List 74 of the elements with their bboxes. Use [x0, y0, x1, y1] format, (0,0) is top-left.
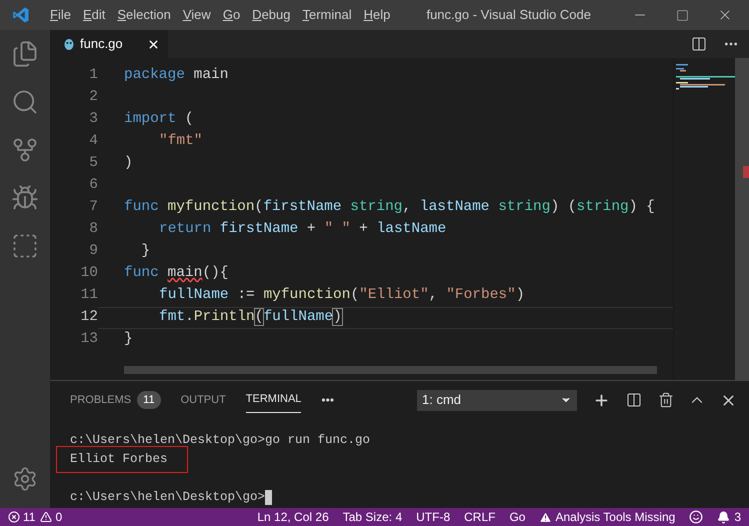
line-number: 7 [88, 198, 98, 218]
feedback-icon[interactable] [689, 510, 704, 524]
line-number: 8 [88, 220, 98, 240]
split-editor-icon[interactable] [691, 36, 707, 52]
maximize-icon[interactable] [676, 8, 689, 22]
code-line: } [140, 242, 150, 262]
split-terminal-icon[interactable] [626, 392, 642, 408]
notification-count: 3 [734, 509, 741, 526]
warning-icon [539, 510, 552, 524]
code-line: package main [124, 66, 228, 86]
code-line: ) [124, 154, 133, 174]
files-icon[interactable] [11, 40, 39, 68]
menu-item[interactable]: File [44, 5, 77, 25]
count-badge: 11 [137, 390, 161, 410]
terminal-select[interactable]: 1: cmd [417, 390, 577, 410]
panel-tab[interactable]: OUTPUT [180, 388, 226, 412]
terminal-line: c:\Users\helen\Desktop\go> [70, 489, 266, 506]
code-line: import ( [124, 110, 194, 130]
code-line: fullName := myfunction("Elliot", "Forbes") [158, 286, 525, 306]
warning-count[interactable]: 0 [55, 508, 62, 526]
new-terminal-icon[interactable] [593, 392, 610, 408]
line-number: 12 [80, 308, 98, 328]
line-number: 10 [80, 264, 98, 284]
line-number: 6 [88, 176, 98, 196]
menu-item[interactable]: Debug [246, 5, 296, 25]
search-icon[interactable] [11, 88, 39, 116]
gopher-icon [64, 38, 74, 50]
panel-tab[interactable]: PROBLEMS 11 [70, 386, 161, 414]
error-icon [8, 511, 20, 523]
status-item[interactable]: Ln 12, Col 26 [257, 508, 329, 526]
code-line: "fmt" [158, 132, 203, 152]
bug-icon[interactable] [11, 184, 39, 212]
status-item[interactable]: UTF-8 [416, 508, 450, 526]
status-item[interactable]: Tab Size: 4 [342, 508, 402, 526]
menu-item[interactable]: Go [216, 5, 246, 25]
bell-icon[interactable] [717, 510, 730, 524]
code-line: func main(){ [124, 264, 228, 284]
menu-item[interactable]: Selection [111, 5, 177, 25]
extensions-icon[interactable] [11, 232, 39, 260]
error-count[interactable]: 11 [23, 508, 36, 526]
panel-tab[interactable]: TERMINAL [246, 387, 302, 413]
status-item[interactable]: CRLF [464, 508, 496, 526]
trash-icon[interactable] [658, 392, 674, 408]
settings-icon[interactable] [12, 466, 38, 492]
menu-item[interactable]: View [176, 5, 217, 25]
editor-tab[interactable]: func.go [50, 30, 168, 58]
line-number: 4 [88, 132, 98, 152]
branch-icon[interactable] [11, 136, 39, 164]
menu-item[interactable]: Help [358, 5, 396, 25]
close-icon[interactable] [147, 38, 160, 50]
line-number: 3 [88, 110, 98, 130]
line-number: 1 [88, 66, 98, 86]
menu-item[interactable]: Terminal [296, 5, 358, 25]
line-number: 2 [88, 88, 98, 108]
terminal-line: c:\Users\helen\Desktop\go>go run func.go [70, 432, 370, 450]
line-number: 13 [80, 330, 98, 350]
warning-icon [40, 511, 52, 523]
vertical-scrollbar[interactable] [735, 58, 749, 380]
app-logo-icon [12, 6, 30, 24]
horizontal-scrollbar[interactable] [124, 366, 657, 374]
code-line: } [124, 330, 133, 350]
status-item[interactable]: Analysis Tools Missing [555, 508, 676, 526]
code-line: fmt.Println(fullName) [158, 308, 342, 328]
more-actions[interactable]: ••• [321, 391, 334, 409]
window-title: func.go - Visual Studio Code [426, 6, 591, 24]
code-line: return firstName + " " + lastName [158, 220, 446, 240]
line-number: 11 [80, 286, 98, 306]
code-line: func myfunction(firstName string, lastName string) (string) { [124, 198, 655, 218]
line-number: 5 [88, 154, 98, 174]
status-item[interactable]: Go [509, 508, 526, 526]
minimap-drawing [676, 64, 736, 92]
tab-label: func.go [80, 35, 123, 54]
line-number: 9 [88, 242, 98, 262]
menu-item[interactable]: Edit [76, 5, 112, 25]
